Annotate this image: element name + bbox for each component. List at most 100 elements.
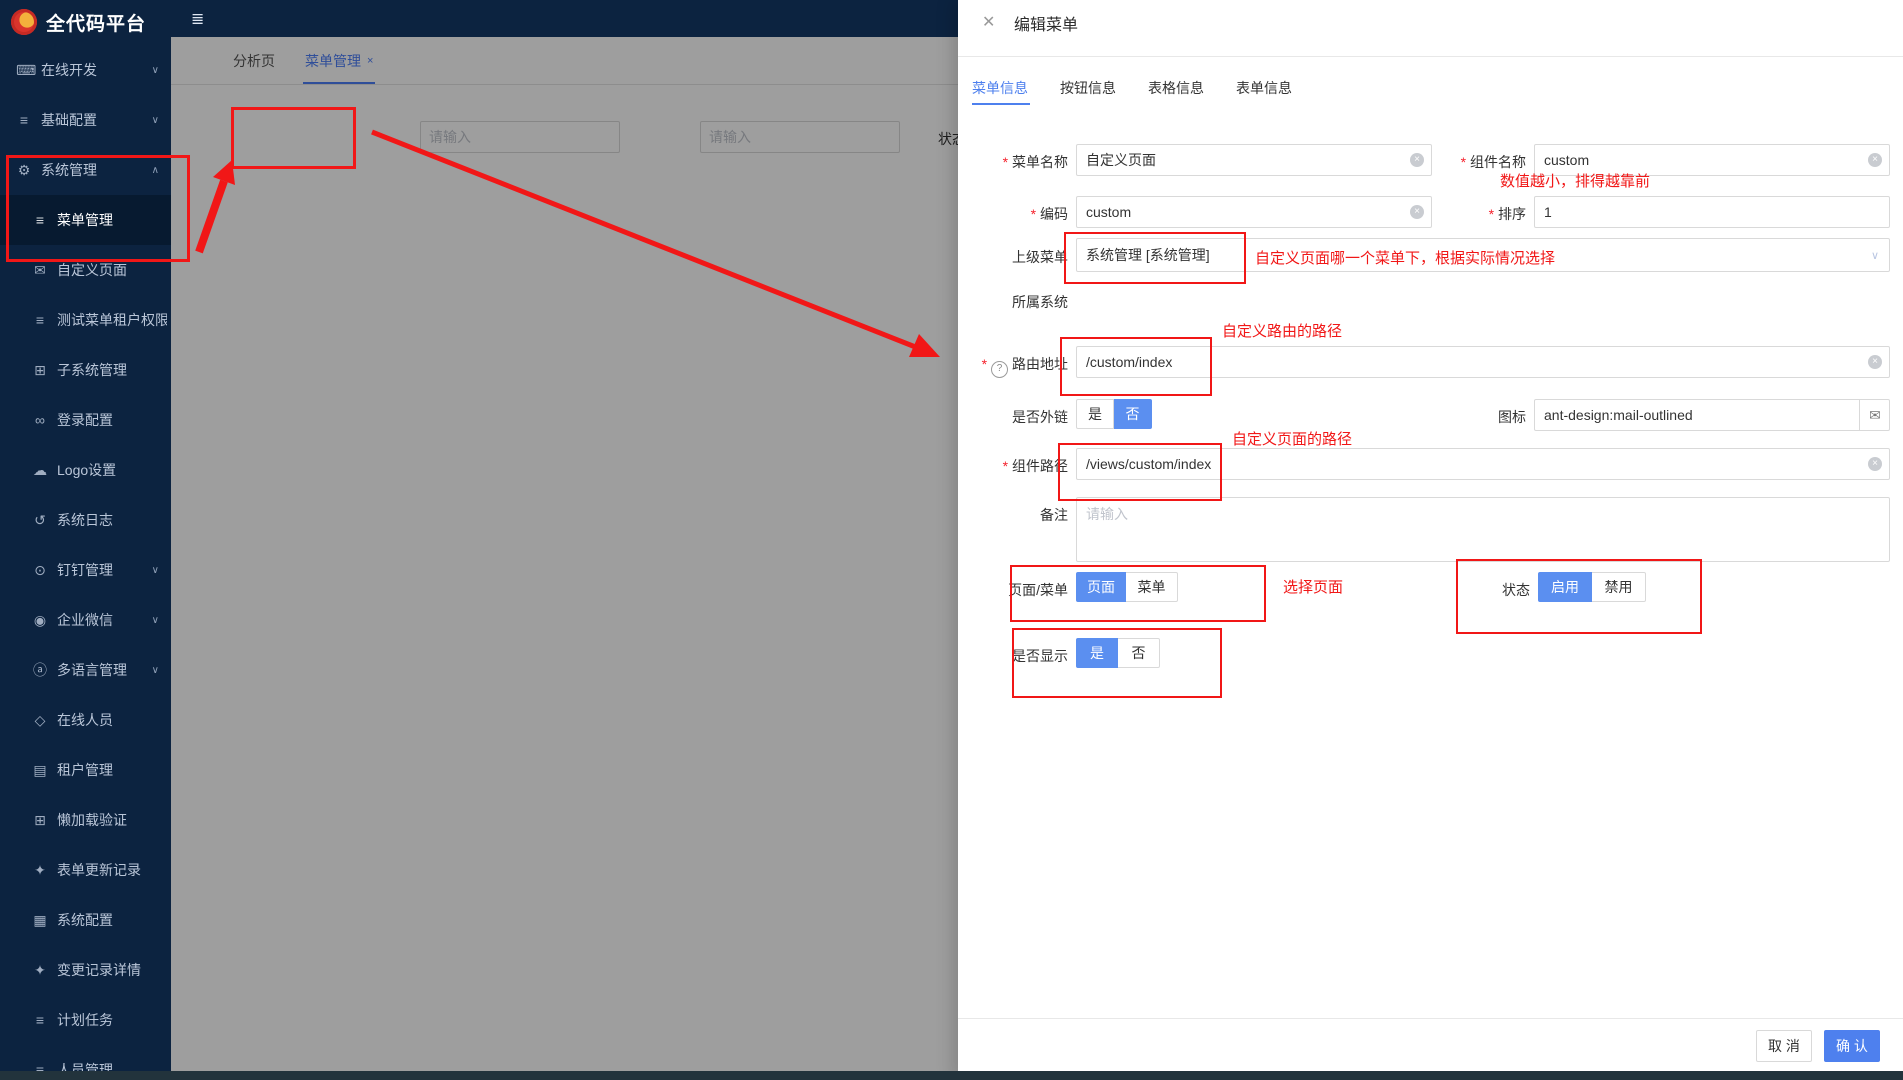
page-menu-toggle[interactable]: 页面 菜单 bbox=[1076, 572, 1178, 602]
logo-row: 全代码平台 bbox=[0, 0, 171, 44]
sidebar-item[interactable]: ◉ 企业微信 ∨ bbox=[0, 595, 171, 645]
divider bbox=[958, 1018, 1903, 1019]
chevron-icon: ∨ bbox=[152, 615, 159, 626]
sidebar-item[interactable]: ∞ 登录配置 bbox=[0, 395, 171, 445]
apple-icon: ✦ bbox=[32, 962, 48, 979]
divider bbox=[958, 56, 1903, 57]
icon-label: 图标 bbox=[1416, 407, 1526, 427]
sidebar-item[interactable]: ≡ 测试菜单租户权限 bbox=[0, 295, 171, 345]
external-link-label: 是否外链 bbox=[958, 407, 1068, 427]
sidebar-item[interactable]: ✦ 变更记录详情 bbox=[0, 945, 171, 995]
sidebar-item[interactable]: ⊞ 懒加载验证 bbox=[0, 795, 171, 845]
sidebar-item[interactable]: ⌨ 在线开发 ∨ bbox=[0, 45, 171, 95]
laptop-icon: ⌨ bbox=[16, 62, 32, 79]
drawer-mask[interactable] bbox=[171, 37, 958, 1071]
question-icon: ? bbox=[991, 361, 1008, 378]
cloud-icon: ☁ bbox=[32, 462, 48, 479]
sidebar-item[interactable]: ⊙ 钉钉管理 ∨ bbox=[0, 545, 171, 595]
visible-no-option[interactable]: 否 bbox=[1118, 638, 1160, 668]
page-option[interactable]: 页面 bbox=[1076, 572, 1126, 602]
parent-menu-value: 系统管理 [系统管理] bbox=[1086, 245, 1210, 265]
app-root: ≣ 分析页 菜单管理 × 全代码平台 ⌨ 在线开发 ∨ bbox=[0, 0, 1903, 1080]
component-path-input[interactable] bbox=[1076, 448, 1890, 480]
menu-name-input[interactable] bbox=[1076, 144, 1432, 176]
external-link-toggle[interactable]: 是 否 bbox=[1076, 399, 1152, 429]
cancel-button[interactable]: 取 消 bbox=[1756, 1030, 1812, 1062]
sidebar-item-label: 子系统管理 bbox=[57, 360, 127, 380]
visible-toggle[interactable]: 是 否 bbox=[1076, 638, 1160, 668]
sidebar-item[interactable]: ▦ 系统配置 bbox=[0, 895, 171, 945]
status-label: 状态 bbox=[1420, 580, 1530, 600]
sidebar-item-label: Logo设置 bbox=[57, 460, 116, 480]
language-icon: ⓐ bbox=[32, 660, 48, 680]
sidebar-item-label: 租户管理 bbox=[57, 760, 113, 780]
sidebar-item-label: 计划任务 bbox=[57, 1010, 113, 1030]
route-input[interactable] bbox=[1076, 346, 1890, 378]
remark-textarea[interactable] bbox=[1076, 497, 1890, 562]
external-no-option[interactable]: 否 bbox=[1114, 399, 1152, 429]
confirm-button[interactable]: 确 认 bbox=[1824, 1030, 1880, 1062]
list-icon: ≡ bbox=[32, 1012, 48, 1028]
sidebar-item[interactable]: ⚙ 系统管理 ∧ bbox=[0, 145, 171, 195]
menu-option[interactable]: 菜单 bbox=[1126, 572, 1178, 602]
component-path-label: 组件路径 bbox=[958, 456, 1068, 476]
disable-option[interactable]: 禁用 bbox=[1592, 572, 1646, 602]
sidebar-item[interactable]: ⊞ 子系统管理 bbox=[0, 345, 171, 395]
system-label: 所属系统 bbox=[958, 292, 1068, 312]
sidebar-item[interactable]: ✦ 表单更新记录 bbox=[0, 845, 171, 895]
mail-icon: ✉ bbox=[32, 262, 48, 279]
clear-icon[interactable]: × bbox=[1868, 153, 1882, 167]
wechat-icon: ◉ bbox=[32, 612, 48, 629]
status-toggle[interactable]: 启用 禁用 bbox=[1538, 572, 1646, 602]
sidebar-item[interactable]: ⓐ 多语言管理 ∨ bbox=[0, 645, 171, 695]
logo-icon bbox=[11, 9, 37, 35]
grid-plus-icon: ⊞ bbox=[32, 362, 48, 379]
list-icon: ≡ bbox=[16, 112, 32, 128]
sidebar-item-label: 系统日志 bbox=[57, 510, 113, 530]
idcard-icon: ▤ bbox=[32, 762, 48, 779]
sidebar-item-label: 测试菜单租户权限 bbox=[57, 310, 167, 330]
compass-icon: ⊙ bbox=[32, 562, 48, 579]
clear-icon[interactable]: × bbox=[1868, 355, 1882, 369]
sidebar-item[interactable]: ≡ 菜单管理 bbox=[0, 195, 171, 245]
sidebar-item[interactable]: ▤ 租户管理 bbox=[0, 745, 171, 795]
sidebar-item[interactable]: ↺ 系统日志 bbox=[0, 495, 171, 545]
chevron-icon: ∧ bbox=[152, 165, 159, 176]
enable-option[interactable]: 启用 bbox=[1538, 572, 1592, 602]
collapse-sidebar-icon[interactable]: ≣ bbox=[191, 9, 204, 29]
sidebar-item[interactable]: ≡ 计划任务 bbox=[0, 995, 171, 1045]
chevron-icon: ∨ bbox=[152, 665, 159, 676]
tab-menu-info[interactable]: 菜单信息 bbox=[972, 78, 1028, 98]
visible-label: 是否显示 bbox=[958, 646, 1068, 666]
blocks-icon: ▦ bbox=[32, 912, 48, 929]
sort-input[interactable] bbox=[1534, 196, 1890, 228]
drawer-title: 编辑菜单 bbox=[1014, 11, 1078, 35]
sidebar-item-label: 钉钉管理 bbox=[57, 560, 113, 580]
sidebar-item-label: 基础配置 bbox=[41, 110, 97, 130]
sidebar: 全代码平台 ⌨ 在线开发 ∨ ≡ 基础配置 ∨ ⚙ 系统管理 ∧ ≡ 菜单管理 … bbox=[0, 0, 171, 1080]
tab-table-info[interactable]: 表格信息 bbox=[1148, 78, 1204, 98]
mail-icon[interactable]: ✉ bbox=[1859, 400, 1890, 430]
visible-yes-option[interactable]: 是 bbox=[1076, 638, 1118, 668]
parent-menu-select[interactable]: 系统管理 [系统管理] ∨ bbox=[1076, 238, 1890, 272]
sidebar-item-label: 企业微信 bbox=[57, 610, 113, 630]
tab-form-info[interactable]: 表单信息 bbox=[1236, 78, 1292, 98]
sidebar-item[interactable]: ✉ 自定义页面 bbox=[0, 245, 171, 295]
remark-label: 备注 bbox=[958, 505, 1068, 525]
sidebar-item-label: 变更记录详情 bbox=[57, 960, 141, 980]
sidebar-item[interactable]: ◇ 在线人员 bbox=[0, 695, 171, 745]
tab-button-info[interactable]: 按钮信息 bbox=[1060, 78, 1116, 98]
code-input[interactable] bbox=[1076, 196, 1432, 228]
close-icon[interactable]: ✕ bbox=[982, 12, 995, 32]
component-name-input[interactable] bbox=[1534, 144, 1890, 176]
list-icon: ≡ bbox=[32, 212, 48, 228]
icon-input[interactable] bbox=[1534, 399, 1890, 431]
sidebar-item-label: 登录配置 bbox=[57, 410, 113, 430]
component-name-label: 组件名称 bbox=[1416, 152, 1526, 172]
clear-icon[interactable]: × bbox=[1868, 457, 1882, 471]
grid-plus-icon: ⊞ bbox=[32, 812, 48, 829]
sidebar-item[interactable]: ☁ Logo设置 bbox=[0, 445, 171, 495]
sidebar-item[interactable]: ≡ 基础配置 ∨ bbox=[0, 95, 171, 145]
external-yes-option[interactable]: 是 bbox=[1076, 399, 1114, 429]
route-label: ?路由地址 bbox=[958, 354, 1068, 378]
